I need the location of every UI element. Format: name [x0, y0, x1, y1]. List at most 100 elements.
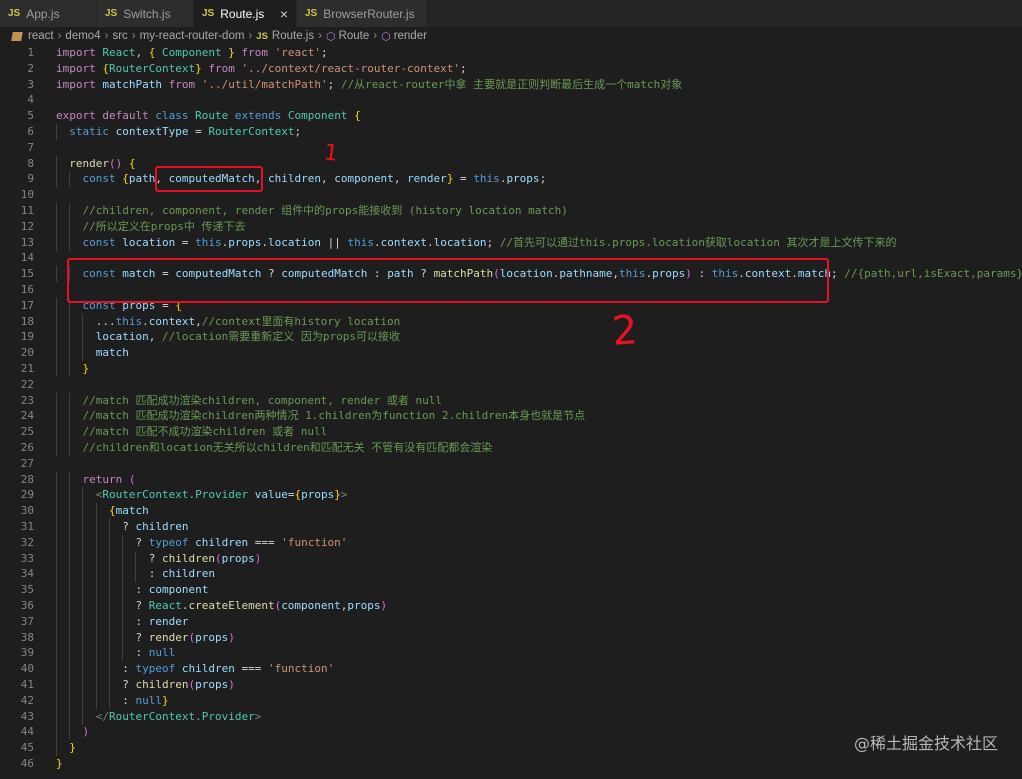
code-line[interactable]: 38 ? render(props) [0, 629, 1022, 646]
annotation-number-two: 2 [610, 307, 640, 355]
line-number: 7 [27, 140, 34, 154]
code-text: } [56, 757, 63, 770]
code-line[interactable]: 39 : null [0, 645, 1022, 662]
code-text: : children [56, 567, 215, 581]
line-number: 27 [20, 456, 34, 470]
code-line[interactable]: 22 [0, 377, 1022, 393]
method-icon: ⬡ [381, 30, 391, 43]
line-number: 6 [27, 125, 34, 138]
code-line[interactable]: 2 import {RouterContext} from '../context… [0, 61, 1022, 77]
code-line[interactable]: 29 <RouterContext.Provider value={props}… [0, 487, 1022, 504]
line-number: 33 [20, 551, 34, 565]
close-icon[interactable]: × [280, 6, 288, 22]
code-line[interactable]: 24 //match 匹配成功渲染children两种情况 1.children… [0, 408, 1022, 425]
line-number: 18 [20, 314, 34, 328]
code-text: //children和location无关所以children和匹配无关 不管有… [82, 441, 493, 454]
code-line[interactable]: 43 </RouterContext.Provider> [0, 708, 1022, 725]
line-number: 40 [20, 662, 34, 676]
code-line[interactable]: 8 render() { [0, 155, 1022, 172]
line-number: 45 [20, 741, 34, 755]
code-text: const {path, computedMatch, children, co… [82, 172, 547, 186]
code-text: //match 匹配成功渲染children两种情况 1.children为fu… [82, 409, 586, 423]
js-file-icon: JS [8, 8, 21, 19]
tab-route-js[interactable]: JS Route.js × [194, 0, 297, 27]
code-line[interactable]: 21 } [0, 361, 1022, 377]
code-line[interactable]: 9 const {path, computedMatch, children, … [0, 171, 1022, 188]
breadcrumb-item-my-react-router-dom[interactable]: my-react-router-dom [140, 30, 245, 42]
code-line[interactable]: 19 location, //location需要重新定义 因为props可以接… [0, 329, 1022, 346]
line-number: 24 [20, 409, 34, 423]
code-line[interactable]: 20 match [0, 345, 1022, 362]
code-line[interactable]: 3 import matchPath from '../util/matchPat… [0, 77, 1022, 93]
code-text: ) [82, 725, 90, 739]
code-line[interactable]: 11 //children, component, render 组件中的pro… [0, 203, 1022, 219]
code-line[interactable]: 18 ...this.context,//context里面有history l… [0, 313, 1022, 330]
line-number: 39 [20, 646, 34, 660]
code-line[interactable]: 35 : component [0, 582, 1022, 599]
breadcrumb-item-route-js[interactable]: Route.js [272, 30, 314, 42]
code-line[interactable]: 42 : null} [0, 692, 1022, 709]
tab-switch-js[interactable]: JS Switch.js [97, 0, 194, 27]
line-number: 32 [20, 535, 34, 549]
code-line[interactable]: 30 {match [0, 503, 1022, 520]
code-line[interactable]: 27 [0, 456, 1022, 472]
breadcrumb-item-demo4[interactable]: demo4 [65, 30, 100, 42]
js-file-icon: JS [105, 8, 118, 19]
code-line[interactable]: 1 import React, { Component } from 'react… [0, 45, 1022, 61]
line-number: 46 [20, 757, 34, 770]
js-file-icon: JS [305, 8, 318, 19]
breadcrumb-item-react[interactable]: react [28, 30, 54, 42]
code-line[interactable]: 5 export default class Route extends Comp… [0, 108, 1022, 124]
code-line[interactable]: 37 : render [0, 613, 1022, 630]
code-line[interactable]: 13 const location = this.props.location … [0, 234, 1022, 251]
code-text: ? children(props) [56, 678, 235, 691]
code-text: const location = this.props.location || … [82, 235, 897, 249]
code-line[interactable]: 12 //所以定义在props中 传递下去 [0, 218, 1022, 235]
code-text: import React, { Component } from 'react'… [56, 46, 328, 59]
code-line[interactable]: 46} [0, 756, 1022, 772]
tab-label: BrowserRouter.js [323, 6, 415, 21]
code-text: ...this.context,//context里面有history loca… [56, 314, 401, 328]
code-line[interactable]: 10 [0, 187, 1022, 203]
breadcrumb-item-render[interactable]: render [394, 30, 427, 42]
annotation-box-match-line [67, 258, 829, 303]
line-number: 43 [20, 709, 34, 723]
chevron-right-icon: › [373, 30, 378, 42]
code-line[interactable]: 25 //match 匹配不成功渲染children 或者 null [0, 424, 1022, 441]
code-text: match [95, 346, 129, 360]
line-number: 36 [20, 599, 34, 612]
code-text: ? typeof children === 'function' [56, 535, 348, 549]
line-number: 41 [20, 678, 34, 691]
tab-label: App.js [26, 6, 60, 21]
code-line[interactable]: 6 static contextType = RouterContext; [0, 124, 1022, 140]
line-number: 22 [20, 377, 34, 391]
code-editor[interactable]: 1 import React, { Component } from 'react… [0, 45, 1022, 779]
code-line[interactable]: 31 ? children [0, 519, 1022, 535]
line-number: 19 [20, 330, 34, 344]
line-number: 35 [20, 583, 34, 597]
code-line[interactable]: 7 [0, 140, 1022, 156]
editor-tab-bar: JS App.js JS Switch.js JS Route.js × JS … [0, 0, 1022, 27]
code-line[interactable]: 23 //match 匹配成功渲染children, component, re… [0, 392, 1022, 409]
breadcrumb-item-route[interactable]: Route [339, 30, 370, 42]
code-text: ? render(props) [56, 630, 235, 644]
code-text: <RouterContext.Provider value={props}> [95, 488, 348, 502]
class-icon: ⬡ [325, 30, 336, 43]
code-line[interactable]: 26 //children和location无关所以children和匹配无关 … [0, 440, 1022, 456]
code-line[interactable]: 33 ? children(props) [0, 550, 1022, 567]
code-line[interactable]: 4 [0, 92, 1022, 108]
code-line[interactable]: 41 ? children(props) [0, 677, 1022, 693]
code-text: : null} [56, 693, 169, 707]
breadcrumb-item-src[interactable]: src [112, 30, 127, 42]
line-number: 14 [20, 251, 34, 265]
code-line[interactable]: 34 : children [0, 566, 1022, 583]
code-line[interactable]: 32 ? typeof children === 'function' [0, 534, 1022, 551]
code-line[interactable]: 40 : typeof children === 'function' [0, 661, 1022, 678]
tab-app-js[interactable]: JS App.js [0, 0, 97, 27]
code-text: : render [56, 614, 189, 628]
code-line[interactable]: 36 ? React.createElement(component,props… [0, 598, 1022, 614]
tab-browserrouter-js[interactable]: JS BrowserRouter.js [297, 0, 427, 27]
code-line[interactable]: 28 return ( [0, 471, 1022, 488]
line-number: 10 [20, 188, 34, 202]
chevron-right-icon: › [248, 30, 253, 42]
